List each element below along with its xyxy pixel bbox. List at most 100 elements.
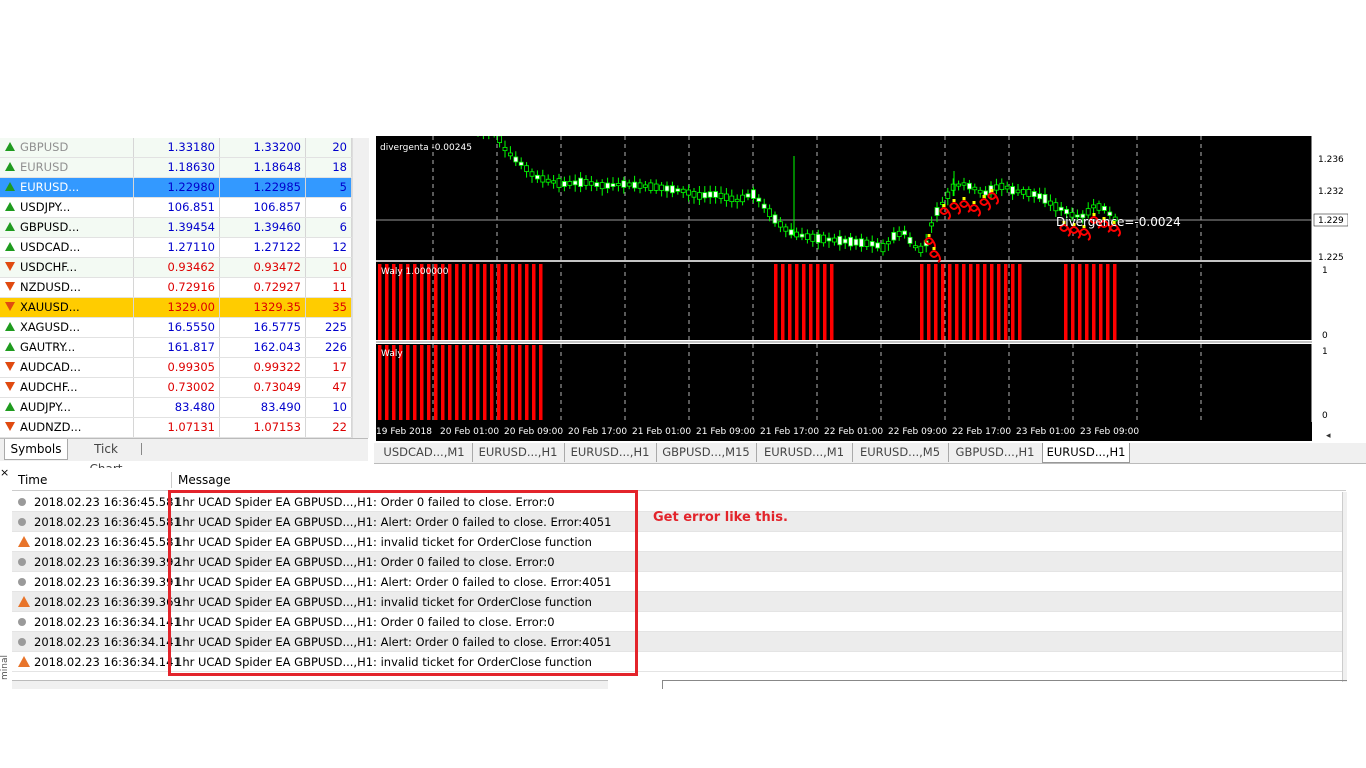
market-watch-tabs: Symbols Tick Chart	[0, 438, 368, 476]
market-watch-row[interactable]: USDJPY... 106.851 106.857 6	[0, 198, 368, 218]
market-watch-row[interactable]: GBPUSD... 1.39454 1.39460 6	[0, 218, 368, 238]
bid-price: 83.480	[134, 398, 220, 417]
market-watch-row[interactable]: AUDNZD... 1.07131 1.07153 22	[0, 418, 368, 438]
terminal-header: Time Message	[12, 470, 1346, 491]
market-watch-row[interactable]: AUDCAD... 0.99305 0.99322 17	[0, 358, 368, 378]
info-icon	[18, 518, 26, 526]
bid-price: 0.99305	[134, 358, 220, 377]
market-watch-scrollbar[interactable]	[352, 138, 369, 438]
close-icon[interactable]: ×	[0, 467, 10, 480]
tab-symbols[interactable]: Symbols	[4, 439, 68, 460]
bid-price: 106.851	[134, 198, 220, 217]
price-chart[interactable]: divergenta -0.00245 Divergence=-0.0024 W…	[374, 136, 1348, 441]
bid-price: 1.18630	[134, 158, 220, 177]
spread-value: 6	[306, 198, 352, 217]
bid-price: 1.07131	[134, 418, 220, 437]
symbol-name: AUDCAD...	[0, 358, 134, 377]
time-axis-label: 23 Feb 09:00	[1080, 427, 1139, 437]
scroll-left-icon[interactable]: ◂	[1326, 431, 1331, 441]
ask-price: 1329.35	[220, 298, 306, 317]
terminal-status-field	[662, 680, 1347, 689]
symbol-name: AUDJPY...	[0, 398, 134, 417]
symbol-name: EURUSD...	[0, 178, 134, 197]
bid-price: 1329.00	[134, 298, 220, 317]
spread-value: 11	[306, 278, 352, 297]
terminal-side-label: minal	[0, 655, 10, 680]
spread-value: 20	[306, 138, 352, 157]
bid-price: 0.72916	[134, 278, 220, 297]
market-watch-row[interactable]: GBPUSD 1.33180 1.33200 20	[0, 138, 368, 158]
info-icon	[18, 578, 26, 586]
sub-axis-label: 1	[1322, 347, 1328, 357]
highlight-box	[168, 490, 638, 676]
ask-price: 162.043	[220, 338, 306, 357]
time-axis-label: 20 Feb 09:00	[504, 427, 563, 437]
terminal-tab-strip	[12, 680, 608, 689]
ask-price: 1.33200	[220, 138, 306, 157]
ask-price: 0.73049	[220, 378, 306, 397]
current-price-label: 1.229	[1318, 216, 1344, 226]
terminal-scrollbar[interactable]	[1342, 492, 1347, 682]
market-watch-row[interactable]: EURUSD 1.18630 1.18648 18	[0, 158, 368, 178]
ask-price: 1.07153	[220, 418, 306, 437]
log-time: 2018.02.23 16:36:39.391	[34, 575, 181, 589]
spread-value: 12	[306, 238, 352, 257]
symbol-name: AUDCHF...	[0, 378, 134, 397]
ask-price: 0.72927	[220, 278, 306, 297]
price-axis-label: 1.232	[1318, 187, 1344, 197]
market-watch-row[interactable]: XAUUSD... 1329.00 1329.35 35	[0, 298, 368, 318]
chart-tab[interactable]: EURUSD...,M1	[756, 443, 853, 462]
log-time: 2018.02.23 16:36:39.369	[34, 595, 181, 609]
market-watch-row[interactable]: AUDCHF... 0.73002 0.73049 47	[0, 378, 368, 398]
bid-price: 161.817	[134, 338, 220, 357]
market-watch-row[interactable]: USDCAD... 1.27110 1.27122 12	[0, 238, 368, 258]
column-message[interactable]: Message	[178, 470, 231, 490]
time-axis-label: 22 Feb 01:00	[824, 427, 883, 437]
info-icon	[18, 618, 26, 626]
symbol-name: AUDNZD...	[0, 418, 134, 437]
ask-price: 106.857	[220, 198, 306, 217]
market-watch-row[interactable]: NZDUSD... 0.72916 0.72927 11	[0, 278, 368, 298]
log-time: 2018.02.23 16:36:34.141	[34, 635, 181, 649]
sub-axis-label: 0	[1322, 411, 1328, 421]
chart-tab[interactable]: EURUSD...,H1	[564, 443, 657, 462]
spread-value: 10	[306, 398, 352, 417]
ask-price: 1.27122	[220, 238, 306, 257]
market-watch-row[interactable]: USDCHF... 0.93462 0.93472 10	[0, 258, 368, 278]
symbol-name: XAUUSD...	[0, 298, 134, 317]
market-watch-row[interactable]: AUDJPY... 83.480 83.490 10	[0, 398, 368, 418]
symbol-name: GAUTRY...	[0, 338, 134, 357]
annotation-text: Get error like this.	[653, 510, 788, 525]
info-icon	[18, 498, 26, 506]
symbol-name: USDCAD...	[0, 238, 134, 257]
market-watch-row[interactable]: EURUSD... 1.22980 1.22985 5	[0, 178, 368, 198]
chart-tab[interactable]: GBPUSD...,H1	[948, 443, 1043, 462]
price-axis-label: 1.236	[1318, 155, 1344, 165]
time-axis-label: 22 Feb 17:00	[952, 427, 1011, 437]
ask-price: 0.99322	[220, 358, 306, 377]
warning-icon	[18, 596, 30, 607]
log-time: 2018.02.23 16:36:34.141	[34, 655, 181, 669]
column-time[interactable]: Time	[18, 470, 47, 490]
market-watch-table: GBPUSD 1.33180 1.33200 20 EURUSD 1.18630 1.186…	[0, 138, 369, 438]
chart-tab[interactable]: EURUSD...,H1	[472, 443, 565, 462]
chart-tab[interactable]: EURUSD...,H1	[1042, 443, 1130, 463]
chart-tab[interactable]: USDCAD...,M1	[376, 443, 473, 462]
market-watch-row[interactable]: GAUTRY... 161.817 162.043 226	[0, 338, 368, 358]
time-axis-label: 21 Feb 09:00	[696, 427, 755, 437]
tab-tick-chart[interactable]: Tick Chart	[76, 439, 136, 476]
market-watch-row[interactable]: XAGUSD... 16.5550 16.5775 225	[0, 318, 368, 338]
price-axis-label: 1.225	[1318, 253, 1344, 263]
spread-value: 5	[306, 178, 352, 197]
spread-value: 18	[306, 158, 352, 177]
bid-price: 16.5550	[134, 318, 220, 337]
divergence-value: Divergence=-0.0024	[1056, 215, 1181, 229]
symbol-name: GBPUSD...	[0, 218, 134, 237]
chart-tab[interactable]: EURUSD...,M5	[852, 443, 949, 462]
chart-tab[interactable]: GBPUSD...,M15	[656, 443, 757, 462]
sub-axis-label: 0	[1322, 331, 1328, 341]
symbol-name: USDCHF...	[0, 258, 134, 277]
spread-value: 35	[306, 298, 352, 317]
waly-label-1: Waly 1.000000	[381, 267, 449, 277]
bid-price: 1.33180	[134, 138, 220, 157]
